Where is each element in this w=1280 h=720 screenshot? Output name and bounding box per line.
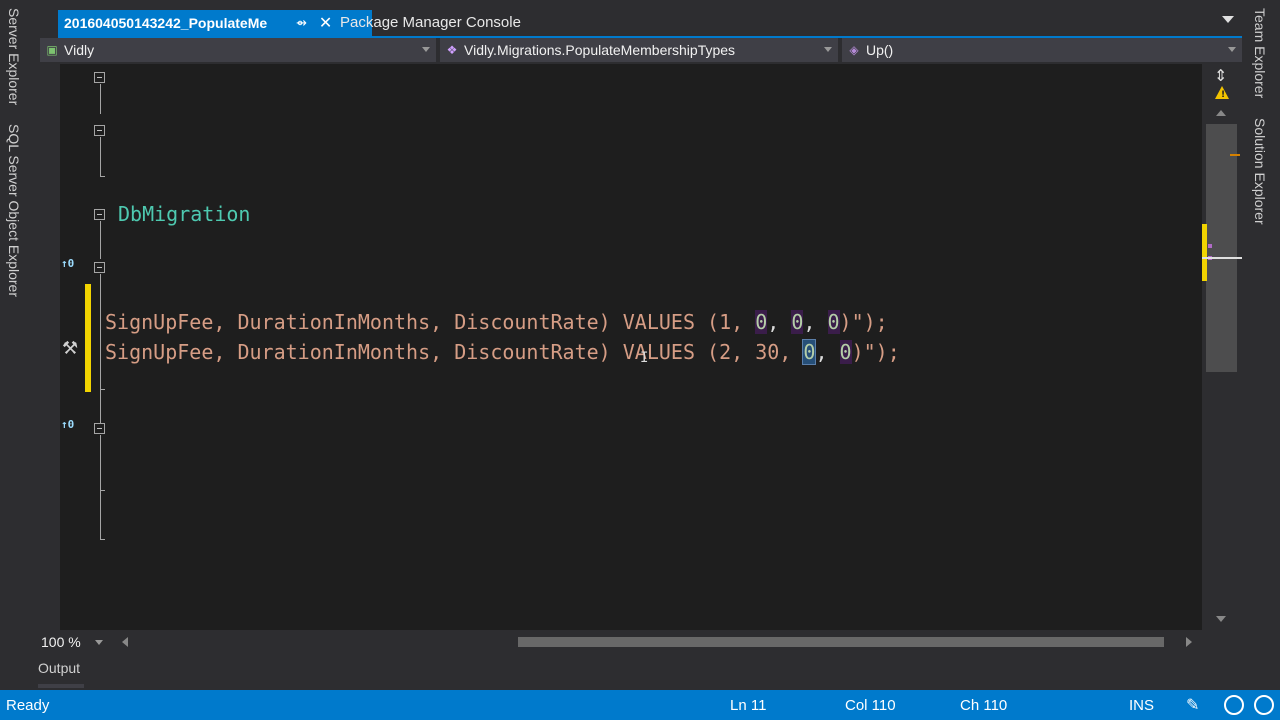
output-panel-tab[interactable]: Output <box>38 660 80 676</box>
chevron-down-icon <box>422 47 430 52</box>
status-ready: Ready <box>6 697 50 714</box>
highlighted-zero: 0 <box>755 310 768 334</box>
output-tab-indicator <box>38 684 84 688</box>
zoom-level: 100 % <box>41 634 81 650</box>
account-icon[interactable] <box>1254 695 1274 715</box>
highlighted-zero: 0 <box>791 310 804 334</box>
code-editor[interactable]: ↑0 ↑0 ⚒ DbMigration SignUpFee, DurationI… <box>38 64 1202 630</box>
highlighted-zero: 0 <box>839 340 852 364</box>
server-explorer-tab[interactable]: Server Explorer <box>6 8 22 105</box>
status-column[interactable]: Col 110 <box>845 697 896 714</box>
status-bar: Ready Ln 11 Col 110 Ch 110 INS ✎ <box>0 690 1280 720</box>
code-text: SignUpFee, DurationInMonths, DiscountRat… <box>105 310 756 334</box>
change-tracking-bar <box>85 284 91 392</box>
class-name-token: DbMigration <box>118 202 251 226</box>
member-dropdown[interactable]: ◈ Up() <box>842 38 1242 62</box>
warning-mark: ! <box>1221 90 1226 100</box>
highlighted-zero: 0 <box>827 310 840 334</box>
right-tool-rail: Team Explorer Solution Explorer <box>1242 0 1280 690</box>
chevron-down-icon <box>94 639 103 645</box>
tab-list-dropdown-icon[interactable] <box>1222 16 1234 23</box>
scroll-map-change-marker <box>1202 224 1207 281</box>
scroll-map-marker <box>1230 154 1240 156</box>
horizontal-scroll-thumb[interactable] <box>518 637 1164 647</box>
chevron-down-icon <box>824 47 832 52</box>
navigation-bar: ▣ Vidly ❖ Vidly.Migrations.PopulateMembe… <box>38 38 1242 62</box>
mouse-ibeam-cursor: I <box>640 350 649 366</box>
code-line-insert-2: SignUpFee, DurationInMonths, DiscountRat… <box>105 339 900 365</box>
split-window-icon[interactable]: ⇕ <box>1214 66 1227 85</box>
tab-migration-file[interactable]: 201604050143242_PopulateMe ⇴ ✕ <box>58 10 372 36</box>
collapse-toggle-icon[interactable] <box>94 125 105 136</box>
csharp-project-icon: ▣ <box>46 43 58 57</box>
scroll-right-arrow-icon[interactable] <box>1186 637 1192 647</box>
collapse-toggle-icon[interactable] <box>94 262 105 273</box>
code-text: )"); <box>851 340 900 364</box>
sql-server-object-explorer-tab[interactable]: SQL Server Object Explorer <box>6 124 22 297</box>
scroll-map-caret-line <box>1202 257 1242 259</box>
collapse-toggle-icon[interactable] <box>94 209 105 220</box>
class-icon: ❖ <box>446 43 458 57</box>
editor-bottom-bar: 100 % <box>38 630 1242 654</box>
outline-line <box>100 137 101 177</box>
outline-line <box>100 84 101 114</box>
code-line-class: DbMigration <box>118 202 250 226</box>
vertical-scroll-thumb[interactable] <box>1206 124 1237 372</box>
pin-icon[interactable]: ⇴ <box>296 15 307 31</box>
outline-tick <box>100 176 105 177</box>
scroll-up-arrow-icon[interactable] <box>1216 110 1226 116</box>
outline-line <box>100 435 101 540</box>
codelens-references[interactable]: ↑0 <box>61 257 74 270</box>
quick-actions-hammer-icon[interactable]: ⚒ <box>62 338 78 359</box>
status-line[interactable]: Ln 11 <box>730 697 766 714</box>
outline-tick <box>100 490 105 491</box>
scroll-down-arrow-icon[interactable] <box>1216 616 1226 622</box>
notifications-icon[interactable] <box>1224 695 1244 715</box>
class-dropdown-label: Vidly.Migrations.PopulateMembershipTypes <box>464 42 736 58</box>
left-tool-rail: Server Explorer SQL Server Object Explor… <box>0 0 36 690</box>
solution-explorer-tab[interactable]: Solution Explorer <box>1252 118 1268 225</box>
scroll-map-highlight-marker <box>1208 244 1212 248</box>
project-dropdown-label: Vidly <box>64 42 95 58</box>
outline-line <box>100 221 101 259</box>
zoom-dropdown[interactable]: 100 % <box>38 632 114 652</box>
tab-migration-file-label: 201604050143242_PopulateMe <box>64 15 268 31</box>
method-icon: ◈ <box>849 43 859 57</box>
scroll-left-arrow-icon[interactable] <box>122 637 128 647</box>
member-dropdown-label: Up() <box>866 42 894 58</box>
code-text: SignUpFee, DurationInMonths, DiscountRat… <box>105 340 804 364</box>
selected-zero: 0 <box>802 339 817 365</box>
feedback-icon[interactable]: ✎ <box>1186 695 1199 715</box>
indicator-margin <box>38 64 60 630</box>
outline-line <box>100 274 101 424</box>
class-dropdown[interactable]: ❖ Vidly.Migrations.PopulateMembershipTyp… <box>440 38 838 62</box>
collapse-toggle-icon[interactable] <box>94 72 105 83</box>
tab-package-manager-console[interactable]: Package Manager Console <box>340 14 521 31</box>
chevron-down-icon <box>1228 47 1236 52</box>
outline-tick <box>100 539 105 540</box>
status-insert-mode[interactable]: INS <box>1129 697 1154 714</box>
vertical-scrollbar[interactable]: ⇕ ! <box>1202 64 1242 630</box>
codelens-references[interactable]: ↑0 <box>61 418 74 431</box>
close-icon[interactable]: ✕ <box>319 13 332 33</box>
document-tab-strip: 201604050143242_PopulateMe ⇴ ✕ Package M… <box>36 8 1242 36</box>
code-text: )"); <box>839 310 888 334</box>
outline-tick <box>100 389 105 390</box>
status-char[interactable]: Ch 110 <box>960 697 1007 714</box>
collapse-toggle-icon[interactable] <box>94 423 105 434</box>
team-explorer-tab[interactable]: Team Explorer <box>1252 8 1268 98</box>
code-line-insert-1: SignUpFee, DurationInMonths, DiscountRat… <box>105 310 888 334</box>
project-dropdown[interactable]: ▣ Vidly <box>40 38 436 62</box>
